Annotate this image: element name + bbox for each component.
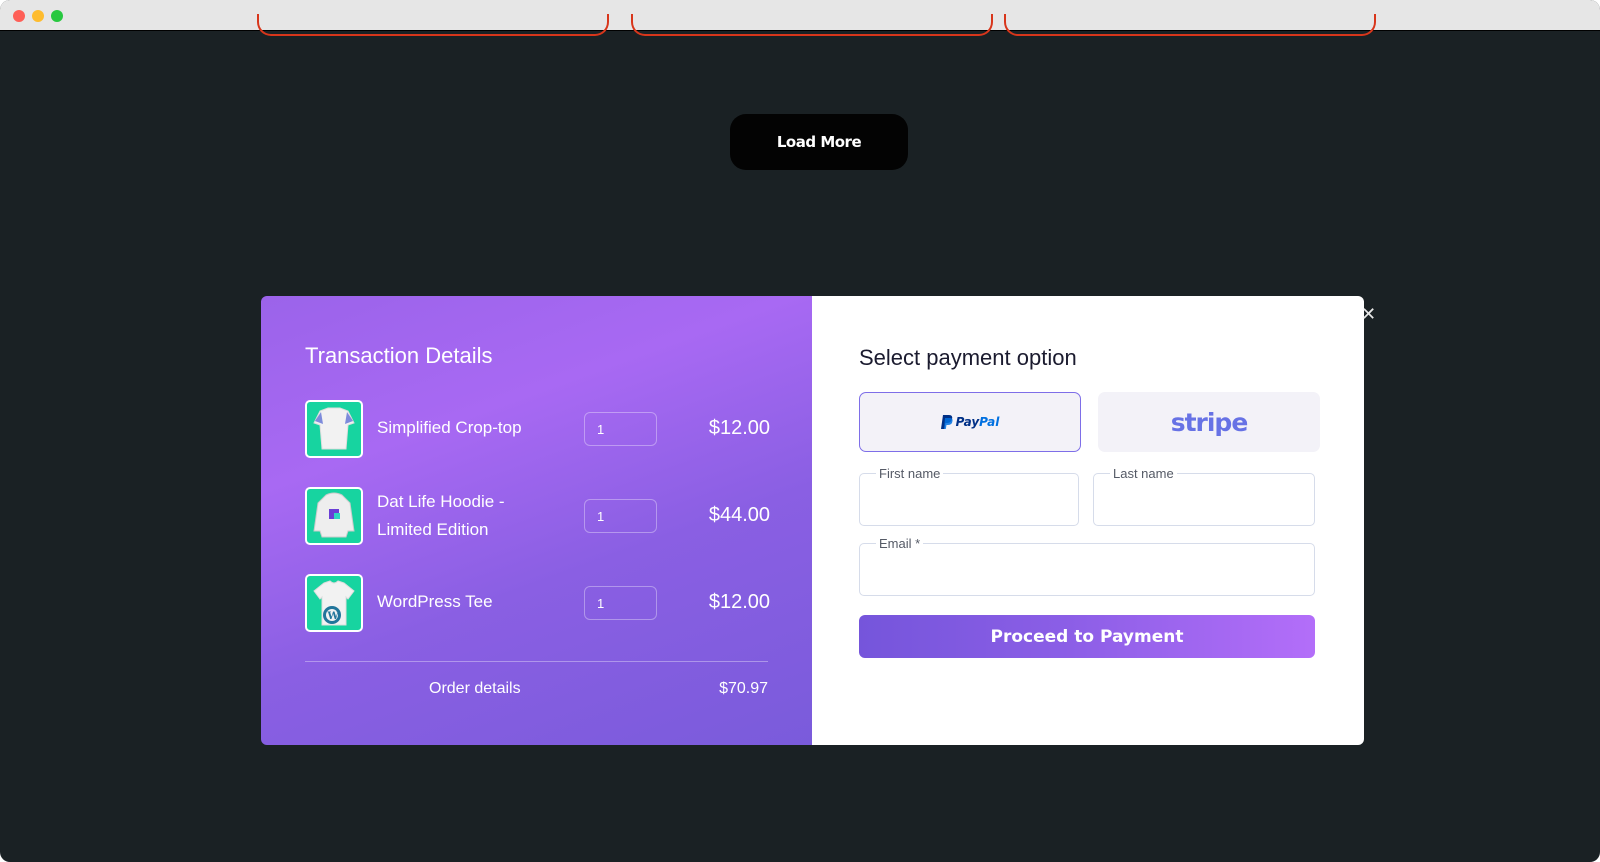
transaction-title: Transaction Details	[305, 343, 493, 368]
stripe-option[interactable]: stripe	[1098, 392, 1320, 452]
proceed-to-payment-button[interactable]: Proceed to Payment	[859, 615, 1315, 658]
wordpress-tee-image: W	[305, 574, 363, 632]
item-name-line-2: Limited Edition	[377, 520, 489, 539]
email-input[interactable]	[870, 551, 1304, 585]
item-name: WordPress Tee	[377, 592, 493, 611]
payment-title: Select payment option	[859, 345, 1077, 370]
item-price: $12.00	[708, 417, 770, 439]
product-card[interactable]	[631, 14, 993, 36]
cart-item: W WordPress Tee $12.00	[305, 574, 770, 632]
stripe-logo: stripe	[1170, 407, 1249, 437]
cart-item: Dat Life Hoodie - Limited Edition $44.00	[305, 487, 770, 545]
item-price: $12.00	[708, 591, 770, 613]
first-name-label: First name	[879, 466, 941, 481]
order-total: $70.97	[719, 680, 768, 697]
item-name-line-1: Dat Life Hoodie -	[377, 492, 505, 511]
crop-top-image	[305, 400, 363, 458]
paypal-label-pal: Pal	[979, 415, 1000, 429]
item-name: Simplified Crop-top	[377, 418, 522, 437]
browser-window: Load More Transaction Details Simplified…	[0, 0, 1600, 862]
paypal-icon	[940, 415, 953, 429]
payment-panel: Select payment option PayPal stripe Firs…	[812, 296, 1364, 745]
maximize-window-button[interactable]	[51, 10, 63, 22]
quantity-input[interactable]	[584, 412, 657, 446]
close-window-button[interactable]	[13, 10, 25, 22]
quantity-input[interactable]	[584, 499, 657, 533]
last-name-input[interactable]	[1104, 481, 1304, 515]
paypal-option[interactable]: PayPal	[859, 392, 1081, 452]
hoodie-image	[305, 487, 363, 545]
divider	[305, 661, 768, 662]
cart-item: Simplified Crop-top $12.00	[305, 400, 770, 458]
last-name-field: Last name	[1093, 466, 1315, 526]
close-icon[interactable]: ✕	[1361, 306, 1376, 324]
svg-text:W: W	[327, 611, 340, 622]
quantity-input[interactable]	[584, 586, 657, 620]
item-price: $44.00	[708, 504, 770, 526]
first-name-input[interactable]	[870, 481, 1068, 515]
minimize-window-button[interactable]	[32, 10, 44, 22]
email-field: Email *	[859, 536, 1315, 596]
paypal-logo: PayPal	[940, 415, 1000, 429]
checkout-modal: Transaction Details Simplified Crop-top …	[261, 296, 1364, 745]
last-name-label: Last name	[1113, 466, 1174, 481]
product-card[interactable]	[257, 14, 609, 36]
product-card[interactable]	[1004, 14, 1376, 36]
transaction-details-panel: Transaction Details Simplified Crop-top …	[261, 296, 812, 745]
first-name-field: First name	[859, 466, 1079, 526]
paypal-label-pay: Pay	[955, 415, 980, 429]
load-more-button[interactable]: Load More	[730, 114, 908, 170]
email-label: Email *	[879, 536, 921, 551]
order-details-label: Order details	[429, 680, 521, 697]
